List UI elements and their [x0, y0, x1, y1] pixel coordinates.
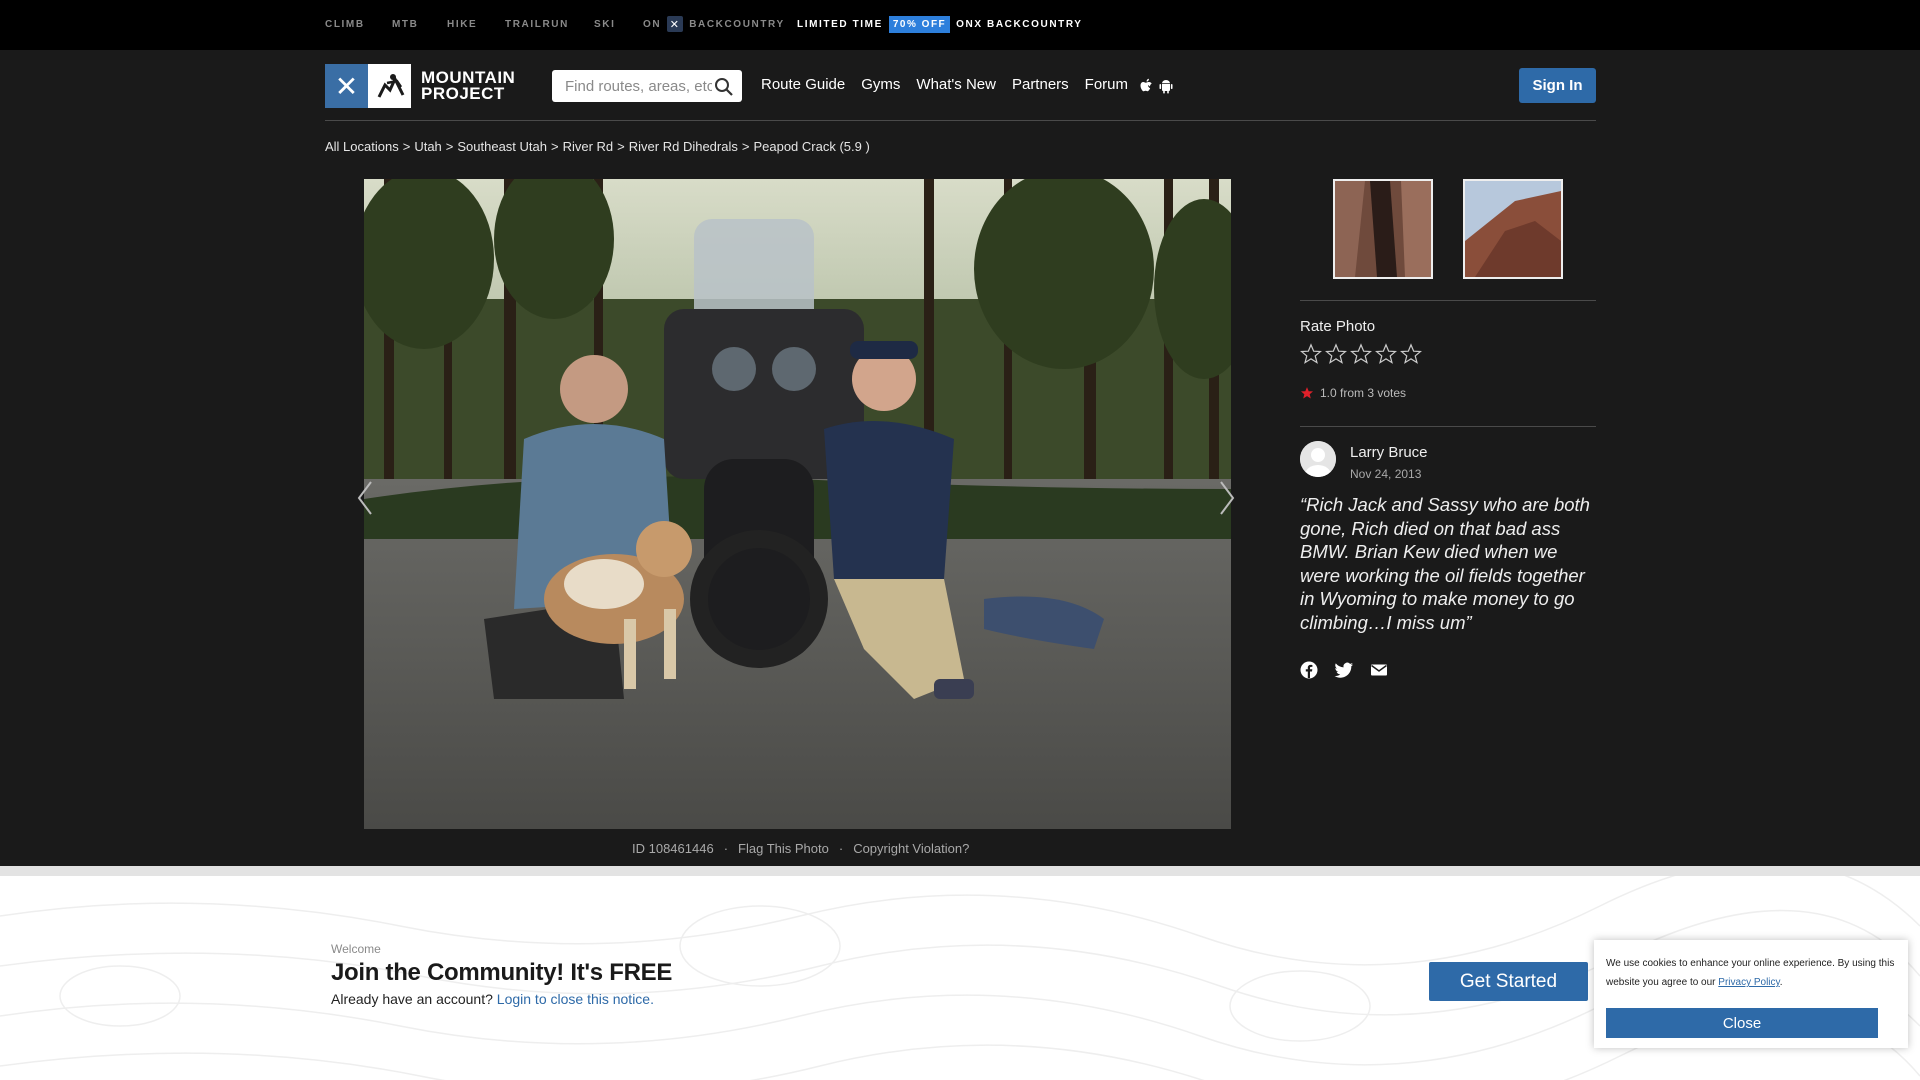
- flag-photo-link[interactable]: Flag This Photo: [738, 841, 829, 856]
- twitter-icon[interactable]: [1334, 661, 1354, 679]
- logo-wordmark[interactable]: MOUNTAIN PROJECT: [421, 69, 515, 103]
- breadcrumb-separator: >: [741, 139, 750, 154]
- login-link[interactable]: Login to close this notice.: [497, 991, 654, 1007]
- promo-suffix: ONX BACKCOUNTRY: [956, 19, 1083, 30]
- breadcrumb-separator: >: [445, 139, 454, 154]
- nav-gyms[interactable]: Gyms: [861, 76, 900, 93]
- votes-text: 1.0 from 3 votes: [1320, 386, 1407, 400]
- cookie-notice: We use cookies to enhance your online ex…: [1594, 940, 1908, 1048]
- previous-photo-icon[interactable]: [355, 480, 375, 516]
- logo-x-icon: ✕: [325, 64, 368, 108]
- onx-logo-icon: ✕: [667, 16, 684, 32]
- copyright-violation-link[interactable]: Copyright Violation?: [853, 841, 969, 856]
- search-box: [552, 70, 742, 102]
- rating-stars: [1300, 343, 1422, 365]
- share-links: [1300, 661, 1388, 679]
- breadcrumb: All Locations > Utah > Southeast Utah > …: [325, 139, 870, 154]
- mountain-project-logo[interactable]: ✕: [325, 64, 411, 108]
- breadcrumb-southeast-utah[interactable]: Southeast Utah: [457, 139, 547, 154]
- site-header: ✕ MOUNTAIN PROJECT Route Guide Gyms What…: [325, 50, 1596, 121]
- author-name[interactable]: Larry Bruce: [1350, 444, 1428, 461]
- breadcrumb-separator: >: [402, 139, 411, 154]
- star-icon[interactable]: [1325, 343, 1347, 365]
- breadcrumb-all-locations[interactable]: All Locations: [325, 139, 399, 154]
- star-icon[interactable]: [1375, 343, 1397, 365]
- breadcrumb-river-rd-dihedrals[interactable]: River Rd Dihedrals: [629, 139, 738, 154]
- promo-link[interactable]: LIMITED TIME 70% OFF ONX BACKCOUNTRY: [797, 16, 1083, 33]
- sign-in-button[interactable]: Sign In: [1519, 68, 1596, 103]
- nav-ski[interactable]: SKI: [594, 19, 615, 30]
- climber-icon: [368, 64, 411, 108]
- breadcrumb-current-route[interactable]: Peapod Crack (5.9 ): [753, 139, 869, 154]
- get-started-button[interactable]: Get Started: [1429, 962, 1588, 1001]
- nav-mtb[interactable]: MTB: [392, 19, 418, 30]
- login-prompt: Already have an account? Login to close …: [331, 991, 654, 1007]
- onx-backcountry-link[interactable]: ON ✕ BACKCOUNTRY: [643, 14, 785, 34]
- divider: [1300, 426, 1596, 427]
- star-icon[interactable]: [1400, 343, 1422, 365]
- star-icon[interactable]: [1300, 343, 1322, 365]
- logo-line-2: PROJECT: [421, 84, 505, 103]
- comment-date: Nov 24, 2013: [1350, 467, 1422, 481]
- backcountry-label: BACKCOUNTRY: [689, 18, 785, 30]
- meta-separator: ·: [723, 841, 729, 856]
- search-input[interactable]: [552, 70, 712, 102]
- photo-thumbnail[interactable]: [1333, 179, 1433, 279]
- search-icon[interactable]: [714, 77, 734, 97]
- cookie-text: We use cookies to enhance your online ex…: [1606, 954, 1896, 992]
- photo-thumbnail[interactable]: [1463, 179, 1563, 279]
- promo-badge: 70% OFF: [888, 16, 951, 33]
- divider: [1300, 300, 1596, 301]
- breadcrumb-utah[interactable]: Utah: [414, 139, 441, 154]
- nav-partners[interactable]: Partners: [1012, 76, 1069, 93]
- cookie-period: .: [1779, 977, 1783, 988]
- nav-forum[interactable]: Forum: [1085, 76, 1128, 93]
- main-photo[interactable]: [364, 179, 1231, 829]
- on-label: ON: [643, 18, 662, 30]
- breadcrumb-separator: >: [617, 139, 625, 154]
- rating-star-icon: [1300, 387, 1314, 399]
- nav-climb[interactable]: CLIMB: [325, 19, 365, 30]
- star-icon[interactable]: [1350, 343, 1372, 365]
- meta-separator: ·: [838, 841, 844, 856]
- photo-id: ID 108461446: [632, 841, 714, 856]
- welcome-label: Welcome: [331, 942, 381, 956]
- nav-hike[interactable]: HIKE: [447, 19, 477, 30]
- nav-trailrun[interactable]: TRAILRUN: [505, 19, 569, 30]
- rating-summary: 1.0 from 3 votes: [1300, 386, 1406, 400]
- next-photo-icon[interactable]: [1217, 480, 1237, 516]
- privacy-policy-link[interactable]: Privacy Policy: [1718, 977, 1780, 988]
- join-community-heading: Join the Community! It's FREE: [331, 959, 673, 986]
- nav-route-guide[interactable]: Route Guide: [761, 76, 845, 93]
- facebook-icon[interactable]: [1300, 661, 1318, 679]
- cookie-close-button[interactable]: Close: [1606, 1008, 1878, 1038]
- photo-caption: “Rich Jack and Sassy who are both gone, …: [1300, 494, 1590, 633]
- apple-icon[interactable]: [1140, 78, 1154, 94]
- photo-meta: ID 108461446 · Flag This Photo · Copyrig…: [632, 841, 969, 856]
- app-links: [1140, 78, 1173, 94]
- breadcrumb-separator: >: [551, 139, 559, 154]
- top-promo-bar: CLIMB MTB HIKE TRAILRUN SKI ON ✕ BACKCOU…: [0, 0, 1920, 50]
- rate-photo-title: Rate Photo: [1300, 318, 1376, 335]
- related-photos: [1333, 179, 1563, 279]
- main-nav: Route Guide Gyms What's New Partners For…: [761, 76, 1128, 93]
- account-question: Already have an account?: [331, 991, 493, 1007]
- promo-prefix: LIMITED TIME: [797, 19, 883, 30]
- android-icon[interactable]: [1159, 78, 1173, 94]
- breadcrumb-river-rd[interactable]: River Rd: [563, 139, 614, 154]
- nav-whats-new[interactable]: What's New: [916, 76, 996, 93]
- email-icon[interactable]: [1370, 661, 1388, 679]
- avatar[interactable]: [1300, 441, 1336, 477]
